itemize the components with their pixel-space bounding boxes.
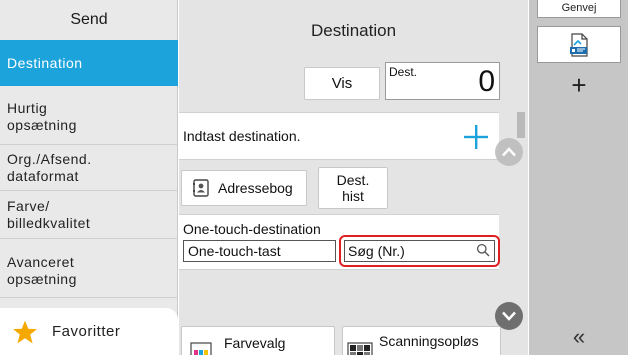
- collapse-panel-button[interactable]: «: [537, 322, 621, 352]
- destination-panel: Destination Vis Dest. 0 Indtast destinat…: [179, 0, 528, 355]
- address-book-label: Adressebog: [218, 180, 293, 196]
- sidebar-item-label: Hurtig opsætning: [7, 100, 77, 133]
- plus-icon: [464, 125, 488, 149]
- sidebar-item-quick-setup[interactable]: Hurtig opsætning: [0, 90, 178, 145]
- search-number-highlight: Søg (Nr.): [339, 235, 500, 267]
- send-title: Send: [70, 11, 108, 28]
- color-select-icon: [190, 342, 212, 355]
- one-touch-key-button[interactable]: One-touch-tast: [183, 240, 336, 262]
- favorites-button[interactable]: Favoritter: [0, 308, 178, 355]
- sidebar-item-org-send-format[interactable]: Org./Afsend. dataformat: [0, 145, 178, 191]
- shortcut-tab[interactable]: Genvej: [537, 0, 621, 18]
- page-title: Destination: [310, 21, 397, 40]
- scan-resolution-icon: [347, 342, 373, 355]
- enter-destination-row[interactable]: Indtast destination.: [179, 112, 499, 160]
- search-icon: [476, 243, 490, 257]
- enter-destination-label: Indtast destination.: [183, 128, 301, 144]
- scroll-up-button[interactable]: [495, 138, 523, 166]
- scrollbar-thumb[interactable]: [517, 112, 525, 138]
- destination-count-label: Dest.: [389, 65, 418, 79]
- sidebar-item-advanced-setup[interactable]: Avanceret opsætning: [0, 245, 178, 298]
- shortcut-item[interactable]: [537, 26, 621, 63]
- star-icon: [13, 320, 37, 343]
- sidebar-item-label: Farve/ billedkvalitet: [7, 197, 91, 231]
- shortcut-document-icon: [570, 32, 588, 57]
- favorites-label: Favoritter: [52, 323, 121, 340]
- chevron-down-icon: [502, 311, 516, 321]
- destination-count-box: Dest. 0: [385, 62, 500, 100]
- sidebar-item-label: Avanceret opsætning: [7, 254, 77, 287]
- scan-resolution-label: Scanningsopløs: [379, 333, 479, 349]
- one-touch-heading: One-touch-destination: [183, 221, 321, 237]
- sidebar-item-color-image-quality[interactable]: Farve/ billedkvalitet: [0, 191, 178, 239]
- destination-history-button[interactable]: Dest. hist: [318, 167, 388, 209]
- view-button[interactable]: Vis: [304, 67, 380, 100]
- chevron-up-icon: [502, 147, 516, 157]
- address-book-icon: [193, 179, 209, 197]
- sidebar-item-label: Destination: [7, 54, 83, 71]
- send-sidebar: Send Destination Hurtig opsætning Org./A…: [0, 0, 178, 355]
- shortcut-panel: Genvej + «: [529, 0, 628, 355]
- color-select-label: Farvevalg: [224, 335, 286, 351]
- scan-resolution-button[interactable]: Scanningsopløs: [342, 326, 501, 355]
- sidebar-item-label: Org./Afsend. dataformat: [7, 150, 92, 184]
- sidebar-item-destination[interactable]: Destination: [0, 40, 178, 86]
- search-number-field[interactable]: Søg (Nr.): [344, 240, 495, 262]
- address-book-button[interactable]: Adressebog: [181, 170, 307, 206]
- one-touch-destination-panel: One-touch-destination One-touch-tast Søg…: [179, 214, 500, 270]
- destination-count-value: 0: [478, 65, 495, 98]
- search-number-label: Søg (Nr.): [348, 243, 405, 259]
- color-select-button[interactable]: Farvevalg: [181, 326, 335, 355]
- add-shortcut-button[interactable]: +: [537, 70, 621, 100]
